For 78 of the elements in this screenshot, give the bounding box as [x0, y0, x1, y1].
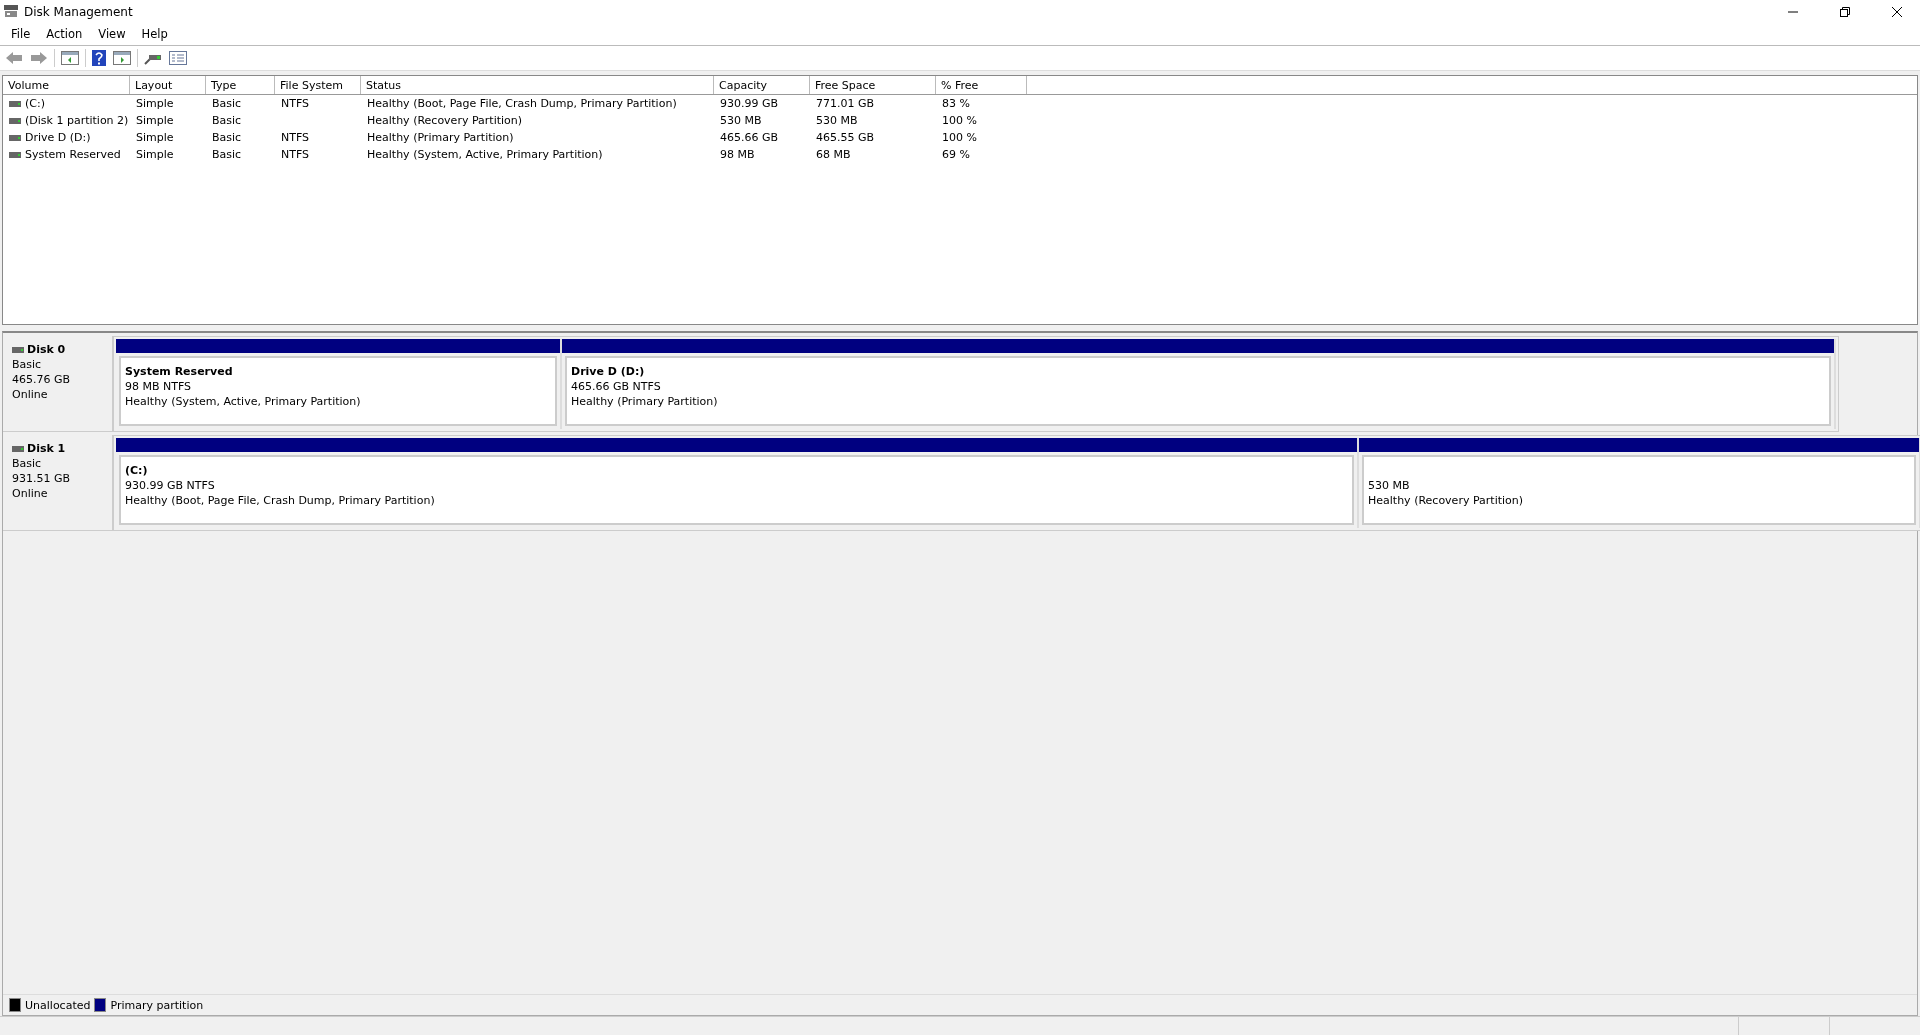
back-button[interactable] [4, 50, 24, 66]
partition-block[interactable]: Drive D (D:) 465.66 GB NTFS Healthy (Primary Partition) [565, 356, 1831, 426]
menu-item[interactable]: Help [133, 27, 176, 41]
column-header[interactable]: Volume [3, 76, 130, 94]
disk-state: Online [12, 387, 49, 402]
partition-name: System Reserved [125, 364, 234, 379]
restore-icon [1840, 6, 1850, 17]
column-header[interactable]: % Free [936, 76, 1027, 94]
disk-state: Online [12, 486, 49, 501]
partition-size: 530 MB [1368, 478, 1411, 493]
table-cell: System Reserved [25, 148, 121, 161]
table-cell: 100 % [942, 114, 977, 127]
window-title: Disk Management [24, 4, 134, 19]
partition-name: Drive D (D:) [571, 364, 646, 379]
table-cell: 930.99 GB [720, 97, 779, 110]
pane-toggle-button[interactable] [60, 50, 80, 66]
partition-status: Healthy (System, Active, Primary Partition) [125, 394, 362, 409]
legend-label: Unallocated [25, 998, 91, 1012]
table-cell: 100 % [942, 131, 977, 144]
app-icon [4, 5, 18, 18]
help-button[interactable] [91, 49, 107, 67]
table-cell: Healthy (System, Active, Primary Partition) [367, 148, 603, 161]
table-cell: Simple [136, 97, 174, 110]
table-cell: (C:) [25, 97, 45, 110]
partition-block[interactable]: 530 MB Healthy (Recovery Partition) [1362, 455, 1916, 525]
disk-size: 931.51 GB [12, 471, 72, 486]
table-cell: Simple [136, 131, 174, 144]
menu-item[interactable]: File [3, 27, 39, 41]
table-cell: 465.55 GB [816, 131, 875, 144]
table-cell: Basic [212, 148, 242, 161]
partition-size: 465.66 GB NTFS [571, 379, 662, 394]
partition-size: 98 MB NTFS [125, 379, 193, 394]
table-cell: Drive D (D:) [25, 131, 91, 144]
partition-status: Healthy (Recovery Partition) [1368, 493, 1525, 508]
table-cell: 69 % [942, 148, 970, 161]
action-pane-button[interactable] [112, 50, 132, 66]
disk-type: Basic [12, 456, 43, 471]
partition-block[interactable]: (C:) 930.99 GB NTFS Healthy (Boot, Page File, Crash Dump, Primary Partition) [119, 455, 1354, 525]
table-cell: Basic [212, 131, 242, 144]
disk-name: Disk 0 [27, 342, 66, 357]
partition-name: (C:) [125, 463, 149, 478]
partition-size: 930.99 GB NTFS [125, 478, 216, 493]
table-cell: 771.01 GB [816, 97, 875, 110]
table-cell: 68 MB [816, 148, 851, 161]
table-cell: Basic [212, 97, 242, 110]
menu-item[interactable]: Action [38, 27, 91, 41]
partition-block[interactable]: System Reserved 98 MB NTFS Healthy (System, Active, Primary Partition) [119, 356, 557, 426]
table-cell: (Disk 1 partition 2) [25, 114, 129, 127]
table-cell: NTFS [281, 148, 310, 161]
column-header[interactable]: Status [361, 76, 714, 94]
disk-name: Disk 1 [27, 441, 66, 456]
table-cell: Simple [136, 114, 174, 127]
column-header[interactable]: Capacity [714, 76, 810, 94]
partition-status: Healthy (Boot, Page File, Crash Dump, Primary Partition) [125, 493, 436, 508]
table-cell: 530 MB [816, 114, 858, 127]
disk-type: Basic [12, 357, 43, 372]
table-cell: NTFS [281, 131, 310, 144]
properties-button[interactable] [168, 50, 188, 66]
column-header[interactable]: Layout [130, 76, 206, 94]
table-cell: Healthy (Primary Partition) [367, 131, 514, 144]
disk-size: 465.76 GB [12, 372, 72, 387]
table-cell: Basic [212, 114, 242, 127]
table-cell: NTFS [281, 97, 310, 110]
partition-status: Healthy (Primary Partition) [571, 394, 719, 409]
table-cell: 530 MB [720, 114, 762, 127]
table-cell: 465.66 GB [720, 131, 779, 144]
column-header[interactable]: Type [206, 76, 275, 94]
table-cell: Healthy (Recovery Partition) [367, 114, 523, 127]
legend-label: Primary partition [110, 998, 204, 1012]
menu-item[interactable]: View [90, 27, 134, 41]
column-header[interactable]: File System [275, 76, 361, 94]
column-header[interactable]: Free Space [810, 76, 936, 94]
close-icon [1892, 6, 1902, 17]
table-cell: Healthy (Boot, Page File, Crash Dump, Primary Partition) [367, 97, 677, 110]
table-cell: 83 % [942, 97, 970, 110]
forward-button[interactable] [29, 50, 49, 66]
table-cell: Simple [136, 148, 174, 161]
table-cell: 98 MB [720, 148, 755, 161]
